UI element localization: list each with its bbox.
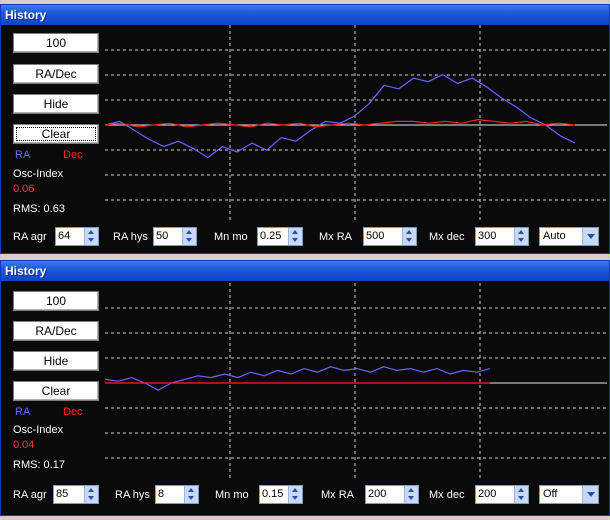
mode-value: Off bbox=[543, 488, 558, 500]
ra-agr-spinner[interactable]: 85 bbox=[53, 485, 99, 504]
mn-mo-spinner[interactable]: 0.25 bbox=[257, 227, 303, 246]
mx-ra-label: Mx RA bbox=[321, 489, 354, 501]
spinner-arrows-icon[interactable] bbox=[514, 228, 528, 245]
spinner-arrows-icon[interactable] bbox=[404, 486, 418, 503]
history-window-top: History 100 RA/Dec Hide Clear RA Dec Osc… bbox=[0, 4, 610, 254]
ra-hys-value: 8 bbox=[158, 488, 165, 500]
ra-series-line bbox=[105, 366, 491, 391]
mn-mo-spinner[interactable]: 0.15 bbox=[259, 485, 303, 504]
title-bar[interactable]: History bbox=[1, 5, 609, 25]
mn-mo-label: Mn mo bbox=[215, 489, 249, 501]
title-bar[interactable]: History bbox=[1, 261, 609, 281]
mn-mo-value: 0.15 bbox=[262, 488, 284, 500]
mx-ra-value: 500 bbox=[366, 230, 385, 242]
ra-hys-label: RA hys bbox=[113, 231, 148, 243]
chevron-down-icon[interactable] bbox=[582, 228, 598, 245]
mx-dec-value: 300 bbox=[478, 230, 497, 242]
ra-series-line bbox=[105, 73, 576, 159]
osc-index-label: Osc-Index bbox=[13, 424, 64, 436]
history-plot bbox=[105, 283, 607, 479]
ra-legend: RA bbox=[15, 149, 31, 161]
spinner-arrows-icon[interactable] bbox=[402, 228, 416, 245]
window-title: History bbox=[5, 264, 47, 278]
ra-agr-spinner[interactable]: 64 bbox=[55, 227, 99, 246]
settings-bar: RA agr 64 RA hys 50 Mn mo 0.25 Mx RA 500… bbox=[1, 225, 609, 249]
spinner-arrows-icon[interactable] bbox=[84, 228, 98, 245]
rms-value: RMS: 0.63 bbox=[13, 203, 65, 215]
hide-button[interactable]: Hide bbox=[13, 351, 99, 371]
scale-button[interactable]: 100 bbox=[13, 291, 99, 311]
dec-legend: Dec bbox=[63, 149, 83, 161]
ra-agr-label: RA agr bbox=[13, 231, 47, 243]
mx-ra-label: Mx RA bbox=[319, 231, 352, 243]
history-plot bbox=[105, 25, 607, 221]
clear-button[interactable]: Clear bbox=[13, 381, 99, 401]
hide-button[interactable]: Hide bbox=[13, 94, 99, 114]
chevron-down-icon[interactable] bbox=[582, 486, 598, 503]
spinner-arrows-icon[interactable] bbox=[288, 228, 302, 245]
osc-index-value: 0.06 bbox=[13, 183, 35, 195]
ra-hys-label: RA hys bbox=[115, 489, 150, 501]
spinner-arrows-icon[interactable] bbox=[184, 486, 198, 503]
ra-dec-button[interactable]: RA/Dec bbox=[13, 64, 99, 84]
mx-dec-spinner[interactable]: 200 bbox=[475, 485, 529, 504]
ra-dec-button[interactable]: RA/Dec bbox=[13, 321, 99, 341]
mx-ra-spinner[interactable]: 500 bbox=[363, 227, 417, 246]
spinner-arrows-icon[interactable] bbox=[288, 486, 302, 503]
mx-dec-spinner[interactable]: 300 bbox=[475, 227, 529, 246]
spinner-arrows-icon[interactable] bbox=[514, 486, 528, 503]
mx-ra-value: 200 bbox=[368, 488, 387, 500]
ra-hys-spinner[interactable]: 8 bbox=[155, 485, 199, 504]
ra-agr-label: RA agr bbox=[13, 489, 47, 501]
ra-agr-value: 85 bbox=[56, 488, 69, 500]
history-window-bottom: History 100 RA/Dec Hide Clear RA Dec Osc… bbox=[0, 260, 610, 516]
mode-dropdown[interactable]: Off bbox=[539, 485, 599, 504]
dec-legend: Dec bbox=[63, 406, 83, 418]
spinner-arrows-icon[interactable] bbox=[84, 486, 98, 503]
spinner-arrows-icon[interactable] bbox=[182, 228, 196, 245]
mn-mo-label: Mn mo bbox=[214, 231, 248, 243]
ra-legend: RA bbox=[15, 406, 31, 418]
settings-bar: RA agr 85 RA hys 8 Mn mo 0.15 Mx RA 200 … bbox=[1, 483, 609, 507]
mx-dec-label: Mx dec bbox=[429, 231, 465, 243]
mode-dropdown[interactable]: Auto bbox=[539, 227, 599, 246]
mx-dec-value: 200 bbox=[478, 488, 497, 500]
mode-value: Auto bbox=[543, 230, 566, 242]
ra-hys-spinner[interactable]: 50 bbox=[153, 227, 197, 246]
history-chart bbox=[105, 25, 607, 221]
rms-value: RMS: 0.17 bbox=[13, 459, 65, 471]
mn-mo-value: 0.25 bbox=[260, 230, 282, 242]
mx-dec-label: Mx dec bbox=[429, 489, 465, 501]
mx-ra-spinner[interactable]: 200 bbox=[365, 485, 419, 504]
clear-button[interactable]: Clear bbox=[13, 124, 99, 144]
history-chart bbox=[105, 283, 607, 479]
window-title: History bbox=[5, 8, 47, 22]
osc-index-label: Osc-Index bbox=[13, 168, 64, 180]
osc-index-value: 0.04 bbox=[13, 439, 35, 451]
scale-button[interactable]: 100 bbox=[13, 33, 99, 53]
ra-agr-value: 64 bbox=[58, 230, 71, 242]
ra-hys-value: 50 bbox=[156, 230, 169, 242]
